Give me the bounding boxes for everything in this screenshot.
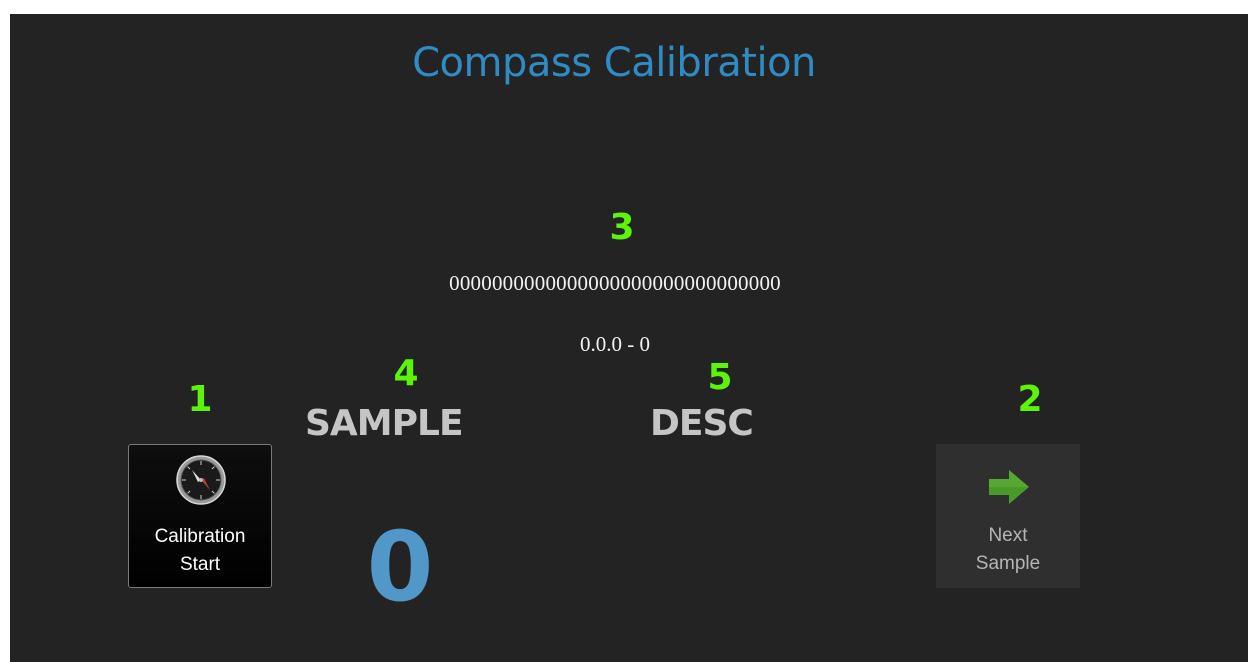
calibration-screen: Compass Calibration 3 000000000000000000…	[10, 14, 1248, 662]
next-sample-label: Next Sample	[936, 522, 1080, 578]
desc-heading: DESC	[650, 403, 754, 444]
sample-count: 0	[366, 511, 434, 623]
marker-next: 2	[1017, 379, 1043, 420]
sample-heading: SAMPLE	[305, 403, 464, 444]
next-sample-button[interactable]: Next Sample	[936, 444, 1080, 588]
calibration-start-label-line1: Calibration	[154, 526, 246, 547]
device-version: 0.0.0 - 0	[580, 332, 650, 356]
marker-start: 1	[187, 379, 213, 420]
arrow-right-icon	[989, 470, 1029, 504]
marker-serial: 3	[609, 207, 635, 248]
device-serial: 0000000000000000000000000000000	[449, 271, 781, 295]
calibration-start-button[interactable]: Calibration Start	[128, 444, 272, 588]
next-sample-label-line2: Sample	[975, 553, 1041, 574]
marker-desc: 5	[707, 357, 733, 398]
calibration-start-label: Calibration Start	[129, 523, 271, 579]
compass-icon	[176, 455, 226, 505]
next-sample-label-line1: Next	[988, 525, 1028, 546]
calibration-start-label-line2: Start	[179, 554, 221, 575]
marker-sample: 4	[393, 353, 419, 394]
page-title: Compass Calibration	[412, 40, 816, 86]
